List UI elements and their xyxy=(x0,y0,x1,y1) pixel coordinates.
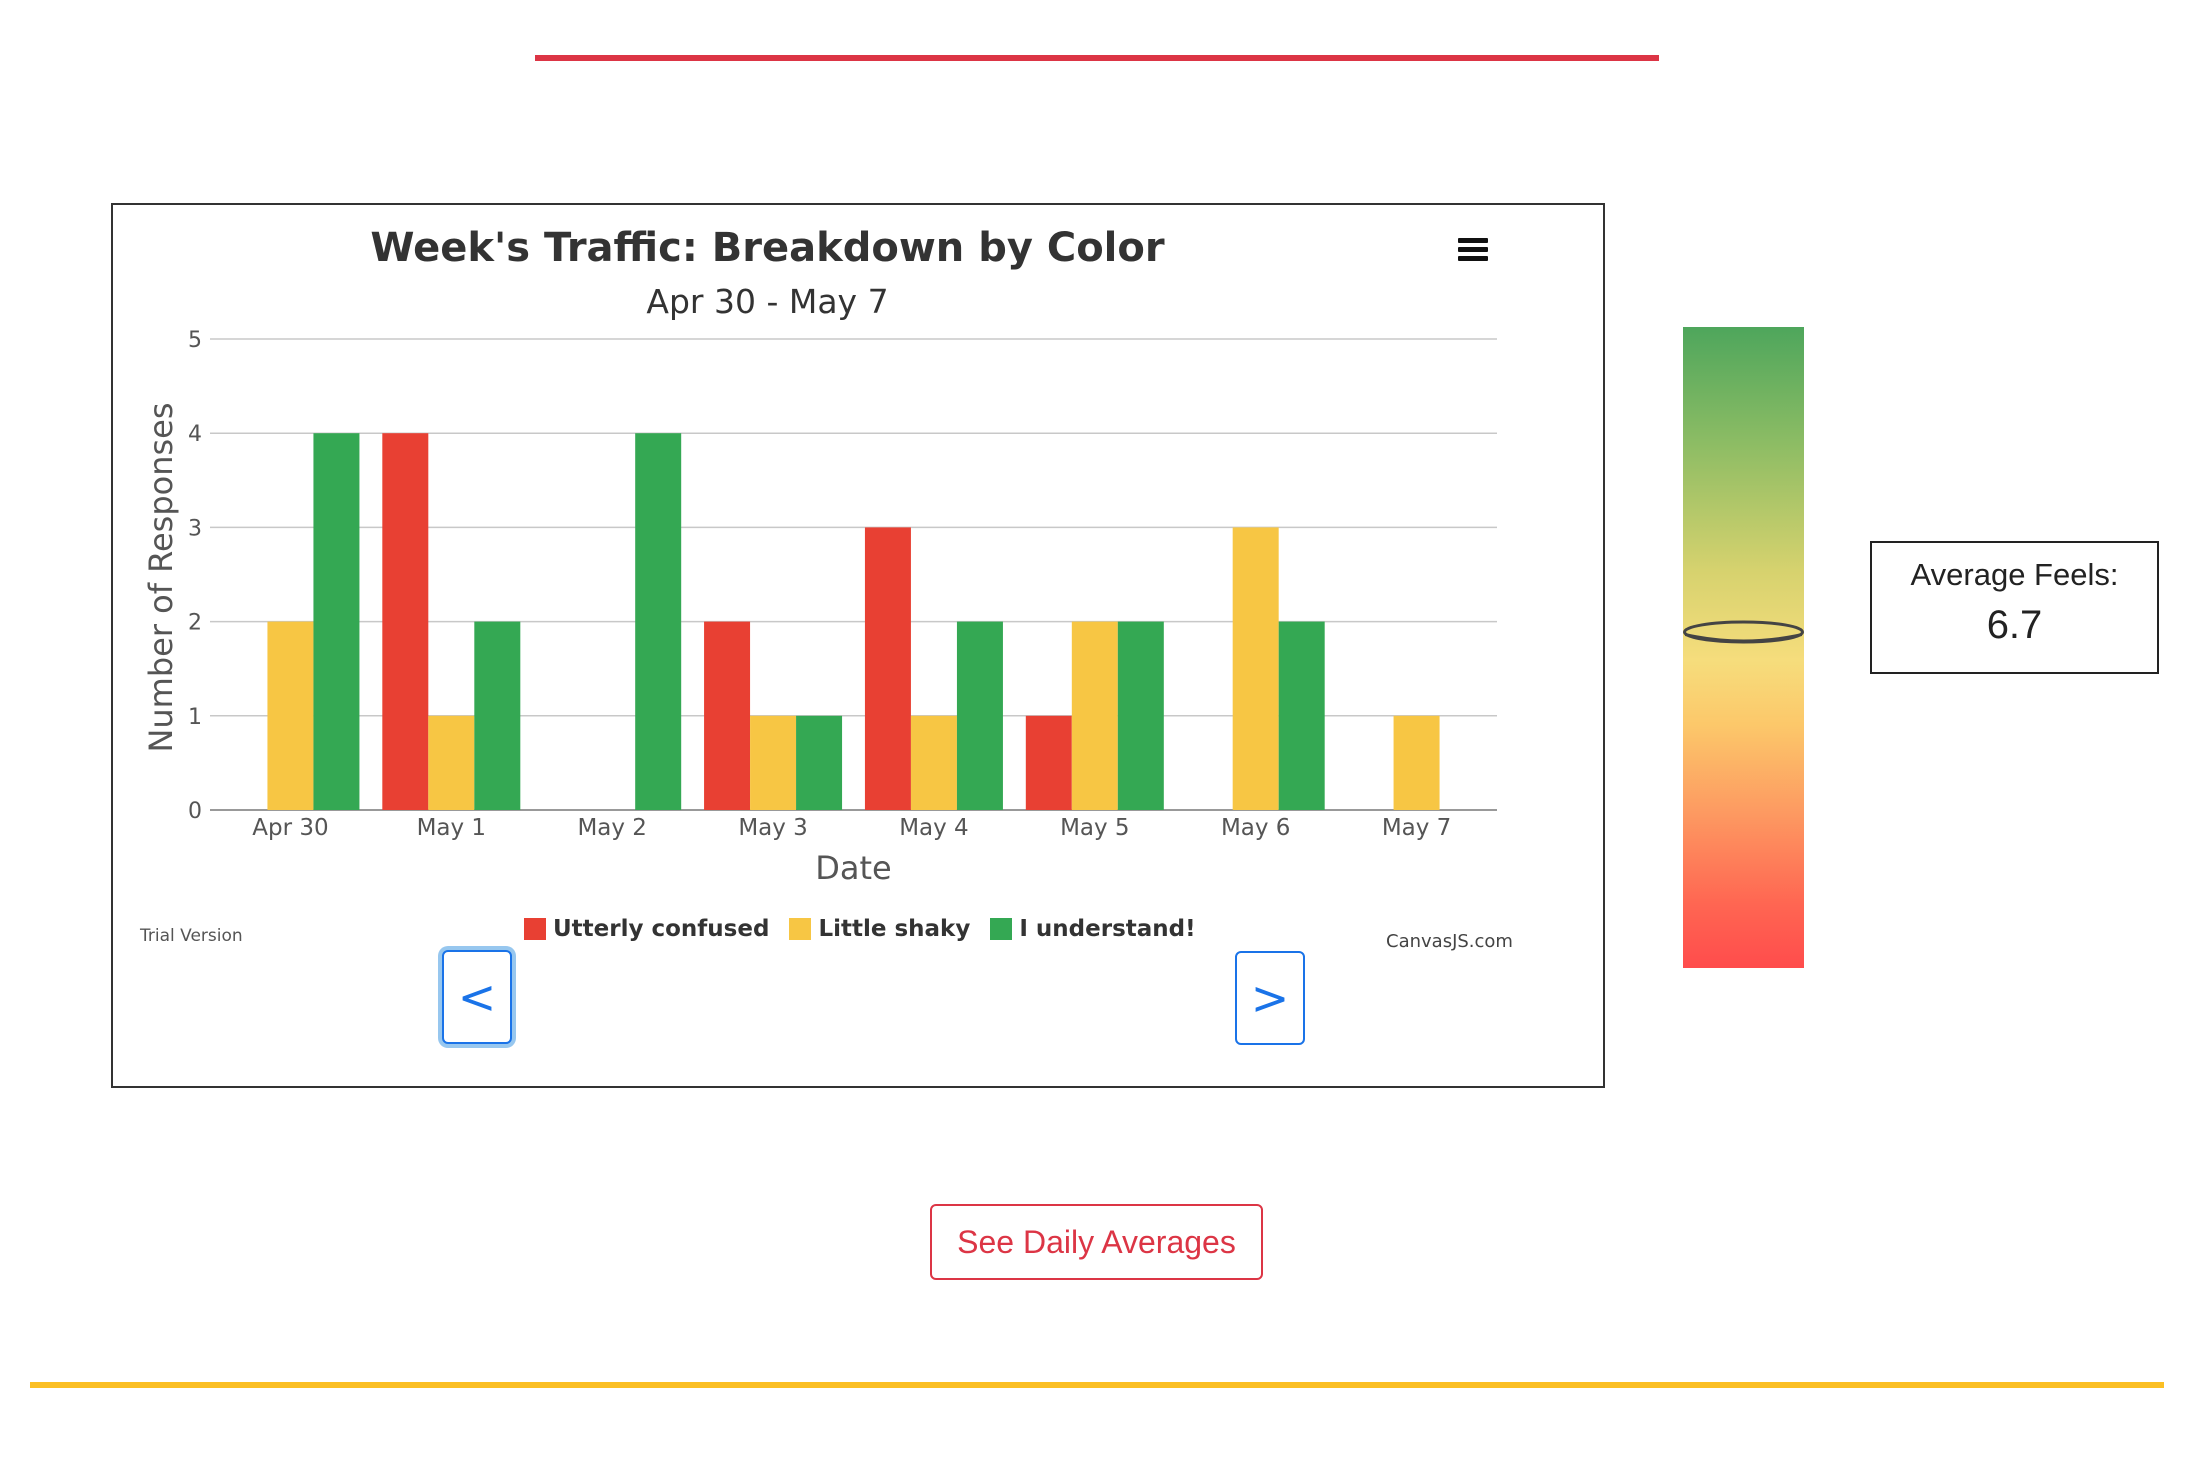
average-feels-label: Average Feels: xyxy=(1910,557,2119,592)
legend-item-shaky[interactable]: Little shaky xyxy=(789,916,970,942)
legend-swatch-yellow xyxy=(789,918,812,940)
average-feels-value: 6.7 xyxy=(1986,603,2043,647)
next-week-button[interactable]: > xyxy=(1235,951,1305,1045)
previous-week-button[interactable]: < xyxy=(442,950,512,1044)
legend-label: Utterly confused xyxy=(553,916,770,942)
canvasjs-credit-link[interactable]: CanvasJS.com xyxy=(1386,931,1513,952)
legend-swatch-red xyxy=(524,918,546,940)
trial-version-label: Trial Version xyxy=(140,926,243,946)
top-divider xyxy=(535,55,1659,61)
hamburger-menu-icon[interactable] xyxy=(1458,238,1488,262)
legend-item-confused[interactable]: Utterly confused xyxy=(524,916,769,942)
legend-swatch-green xyxy=(990,918,1013,940)
legend-label: Little shaky xyxy=(818,916,971,942)
legend-item-understand[interactable]: I understand! xyxy=(990,916,1196,942)
bottom-divider xyxy=(30,1382,2164,1388)
chart-legend: Utterly confused Little shaky I understa… xyxy=(524,916,1196,942)
chart-container xyxy=(111,203,1605,1088)
chart-subtitle: Apr 30 - May 7 xyxy=(646,282,889,321)
legend-label: I understand! xyxy=(1019,916,1196,942)
chart-title: Week's Traffic: Breakdown by Color xyxy=(370,225,1165,271)
gauge-marker-icon xyxy=(1683,620,1804,644)
see-daily-averages-button[interactable]: See Daily Averages xyxy=(930,1204,1263,1280)
average-feels-box: Average Feels: 6.7 xyxy=(1870,541,2159,674)
